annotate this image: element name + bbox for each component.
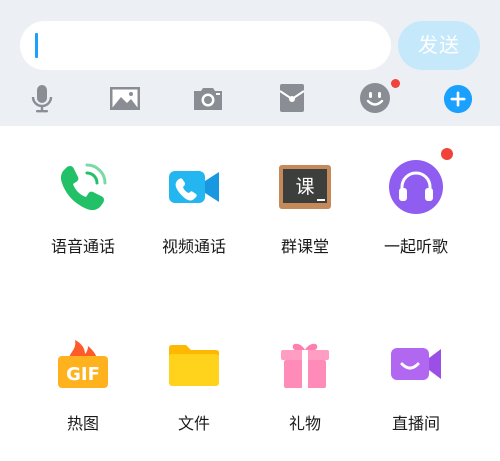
gift-icon <box>277 336 333 392</box>
feature-label: 文件 <box>177 414 210 433</box>
feature-listen-together[interactable]: 一起听歌 <box>361 159 471 257</box>
feature-label: 语音通话 <box>50 237 115 256</box>
feature-voice-call[interactable]: 语音通话 <box>28 159 138 257</box>
microphone-icon[interactable] <box>26 82 58 114</box>
phone-call-icon <box>55 159 111 215</box>
feature-label: 群课堂 <box>280 237 329 256</box>
feature-gift[interactable]: 礼物 <box>250 336 360 434</box>
video-call-icon <box>166 159 222 215</box>
feature-video-call[interactable]: 视频通话 <box>139 159 249 257</box>
camera-icon[interactable] <box>192 82 224 114</box>
feature-hot-gif[interactable]: GIF 热图 <box>28 336 138 434</box>
send-button[interactable]: 发送 <box>398 21 480 70</box>
group-class-glyph: 课 <box>295 176 314 198</box>
gif-icon: GIF <box>55 336 111 392</box>
feature-file[interactable]: 文件 <box>139 336 249 434</box>
feature-label: 一起听歌 <box>383 237 448 256</box>
headphones-icon <box>388 159 444 215</box>
emoji-badge-dot <box>391 79 400 88</box>
feature-live-room[interactable]: 直播间 <box>361 336 471 434</box>
group-class-icon: 课 <box>277 159 333 215</box>
message-input[interactable] <box>20 21 391 70</box>
feature-label: 热图 <box>66 414 99 433</box>
text-caret <box>35 33 38 58</box>
listen-together-badge-dot <box>441 148 453 160</box>
feature-label: 礼物 <box>288 414 321 433</box>
composer-bar: 发送 <box>0 0 500 126</box>
svg-text:GIF: GIF <box>66 364 100 385</box>
feature-group-class[interactable]: 课 群课堂 <box>250 159 360 257</box>
folder-icon <box>166 336 222 392</box>
feature-label: 视频通话 <box>161 237 226 256</box>
feature-label: 直播间 <box>391 414 440 433</box>
red-packet-icon[interactable] <box>276 82 308 114</box>
image-icon[interactable] <box>109 82 141 114</box>
emoji-icon[interactable] <box>359 82 391 114</box>
live-room-icon <box>388 336 444 392</box>
plus-icon[interactable] <box>443 84 473 114</box>
